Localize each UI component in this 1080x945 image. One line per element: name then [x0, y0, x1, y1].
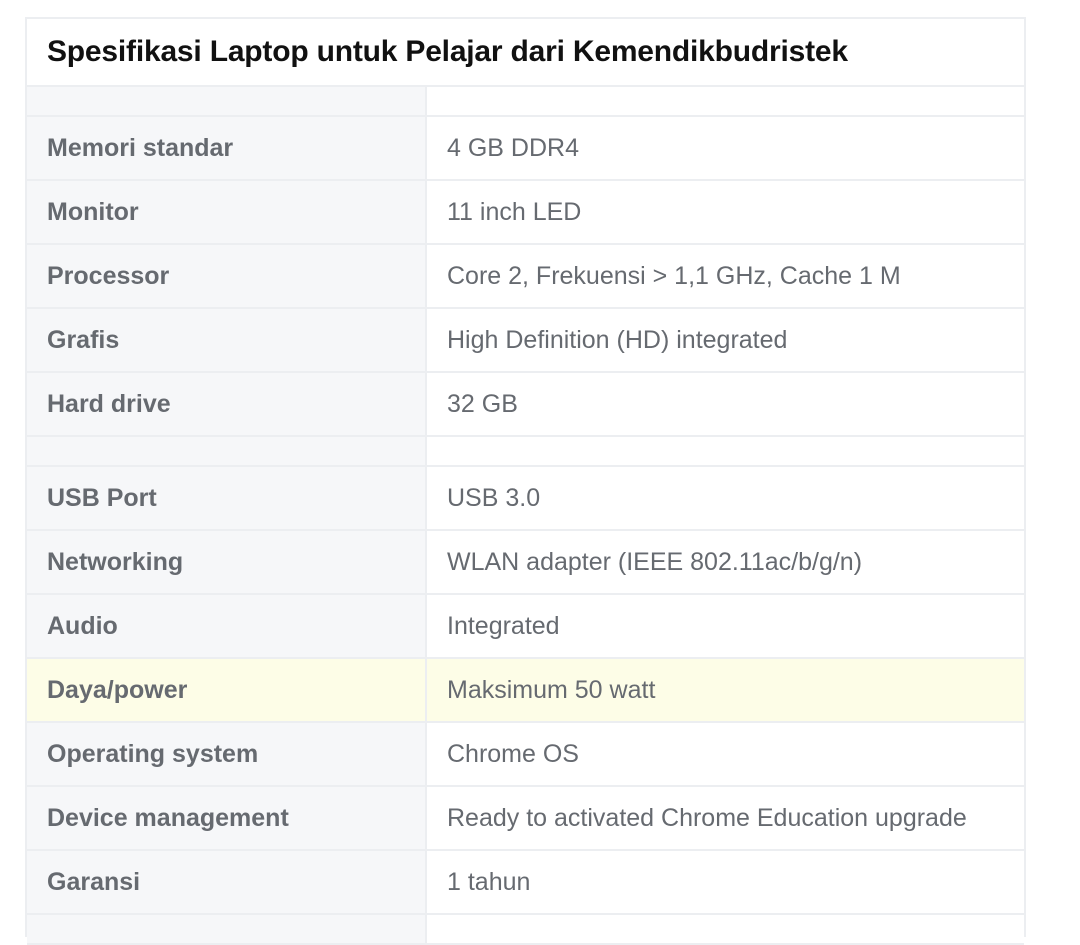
row-value: WLAN adapter (IEEE 802.11ac/b/g/n) [427, 531, 1024, 593]
spacer-cell [27, 915, 427, 943]
row-value: Integrated [427, 595, 1024, 657]
table-row-audio: Audio Integrated [27, 595, 1024, 659]
table-row-memori: Memori standar 4 GB DDR4 [27, 117, 1024, 181]
row-label: Device management [27, 787, 427, 849]
row-label: Audio [27, 595, 427, 657]
row-value: Maksimum 50 watt [427, 659, 1024, 721]
row-value: High Definition (HD) integrated [427, 309, 1024, 371]
row-value: USB 3.0 [427, 467, 1024, 529]
table-row-garansi: Garansi 1 tahun [27, 851, 1024, 915]
row-label: Hard drive [27, 373, 427, 435]
table-row-usb-port: USB Port USB 3.0 [27, 467, 1024, 531]
row-label: USB Port [27, 467, 427, 529]
row-value: Ready to activated Chrome Education upgr… [427, 787, 1024, 849]
row-label: Garansi [27, 851, 427, 913]
table-row-processor: Processor Core 2, Frekuensi > 1,1 GHz, C… [27, 245, 1024, 309]
table-row-hard-drive: Hard drive 32 GB [27, 373, 1024, 437]
spacer-row [27, 87, 1024, 117]
spacer-cell [27, 87, 427, 115]
row-value: 32 GB [427, 373, 1024, 435]
spacer-cell [27, 437, 427, 465]
row-label: Memori standar [27, 117, 427, 179]
row-value: 11 inch LED [427, 181, 1024, 243]
row-label: Processor [27, 245, 427, 307]
row-value: Core 2, Frekuensi > 1,1 GHz, Cache 1 M [427, 245, 1024, 307]
spec-table-card: Spesifikasi Laptop untuk Pelajar dari Ke… [25, 17, 1026, 945]
spacer-row [27, 437, 1024, 467]
table-row-operating-system: Operating system Chrome OS [27, 723, 1024, 787]
spacer-cell [427, 915, 1024, 943]
spacer-cell [427, 437, 1024, 465]
table-row-daya-power: Daya/power Maksimum 50 watt [27, 659, 1024, 723]
row-value: 1 tahun [427, 851, 1024, 913]
spacer-cell [427, 87, 1024, 115]
spacer-row [27, 915, 1024, 945]
table-title: Spesifikasi Laptop untuk Pelajar dari Ke… [47, 35, 848, 68]
row-value: Chrome OS [427, 723, 1024, 785]
row-label: Networking [27, 531, 427, 593]
row-label: Operating system [27, 723, 427, 785]
row-label: Monitor [27, 181, 427, 243]
table-header: Spesifikasi Laptop untuk Pelajar dari Ke… [27, 19, 1024, 87]
row-label: Daya/power [27, 659, 427, 721]
table-row-grafis: Grafis High Definition (HD) integrated [27, 309, 1024, 373]
table-row-networking: Networking WLAN adapter (IEEE 802.11ac/b… [27, 531, 1024, 595]
row-label: Grafis [27, 309, 427, 371]
table-row-monitor: Monitor 11 inch LED [27, 181, 1024, 245]
row-value: 4 GB DDR4 [427, 117, 1024, 179]
table-row-device-management: Device management Ready to activated Chr… [27, 787, 1024, 851]
